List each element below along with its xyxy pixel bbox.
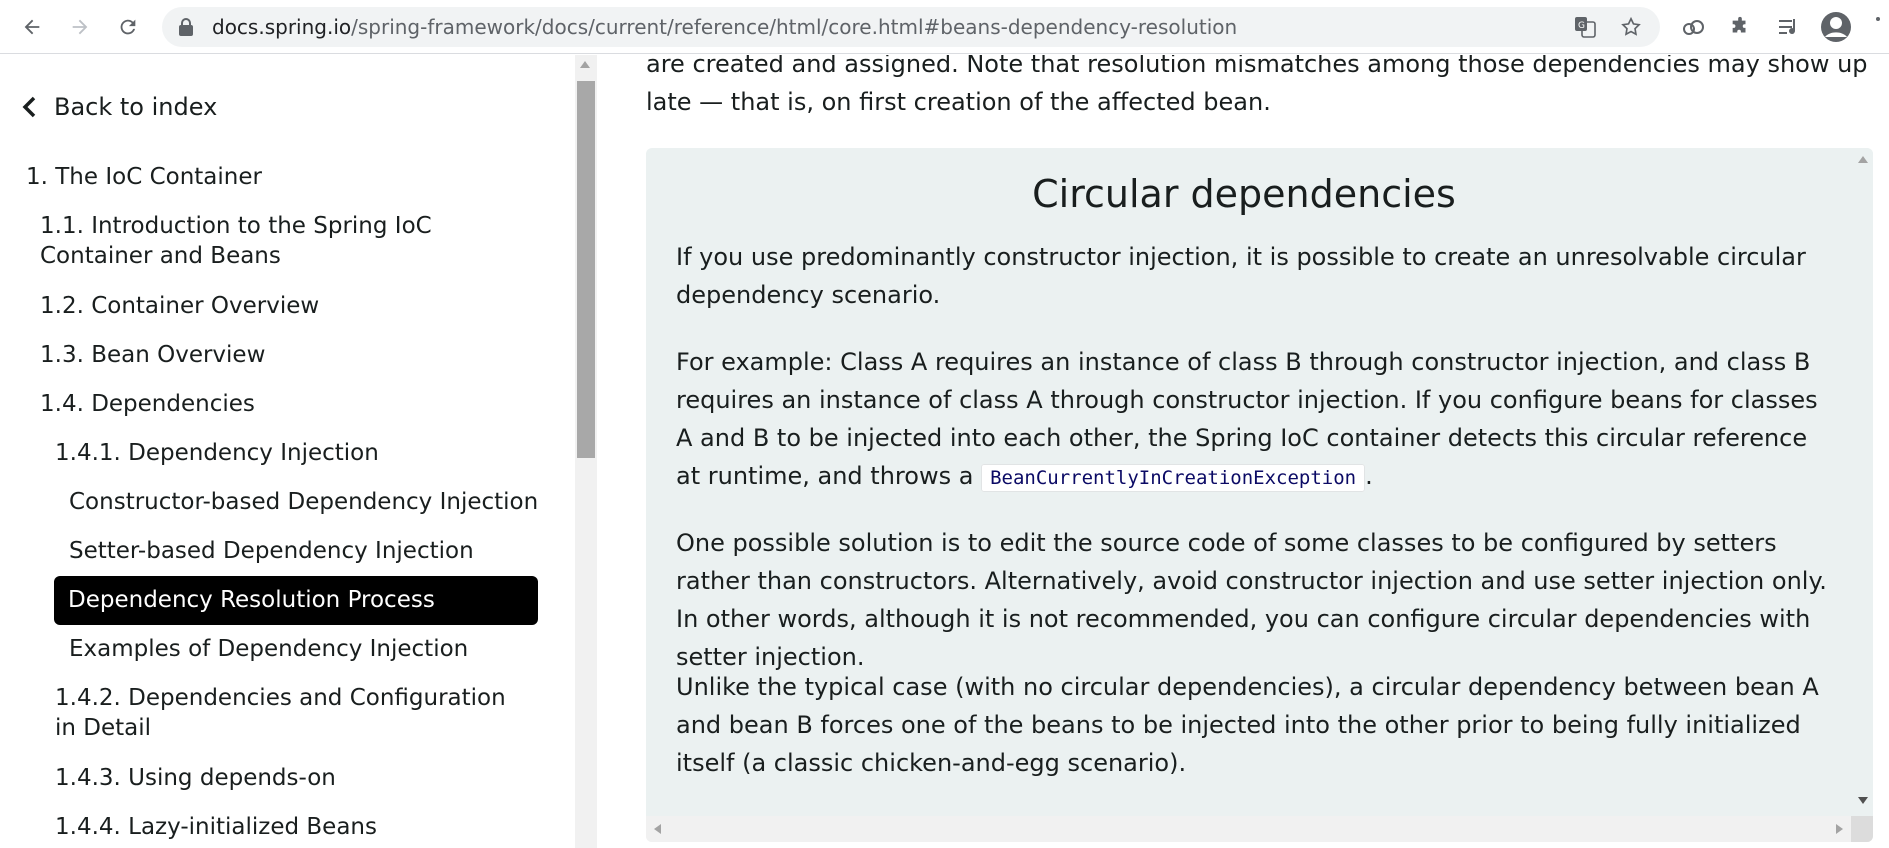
- box-title: Circular dependencies: [1032, 172, 1456, 216]
- scroll-up-icon[interactable]: [1858, 156, 1868, 163]
- paragraph-2-end: .: [1365, 462, 1373, 490]
- scroll-right-icon[interactable]: [1836, 824, 1843, 834]
- menu-icon[interactable]: [1866, 9, 1889, 45]
- scroll-left-icon[interactable]: [654, 824, 661, 834]
- sidebar-scrollbar[interactable]: [575, 55, 597, 848]
- toc-sidebar: Back to index 1. The IoC Container 1.1. …: [0, 55, 575, 848]
- toc-item-dependency-injection[interactable]: 1.4.1. Dependency Injection: [55, 438, 379, 468]
- chevron-left-icon: [22, 96, 36, 118]
- url-host: docs.spring.io: [212, 15, 352, 39]
- toc-item-bean-overview[interactable]: 1.3. Bean Overview: [40, 340, 265, 370]
- intro-paragraph: are created and assigned. Note that reso…: [646, 55, 1868, 116]
- toc-item-constructor-based[interactable]: Constructor-based Dependency Injection: [69, 487, 538, 517]
- paragraph-3: One possible solution is to edit the sou…: [676, 529, 1827, 671]
- paragraph-1: If you use predominantly constructor inj…: [676, 243, 1806, 309]
- scroll-corner: [1851, 816, 1873, 842]
- extensions-puzzle-icon[interactable]: [1722, 9, 1758, 45]
- scroll-down-icon[interactable]: [1858, 797, 1868, 804]
- sidebar-scroll-thumb[interactable]: [577, 81, 595, 458]
- back-label: Back to index: [54, 93, 218, 121]
- media-queue-icon[interactable]: [1771, 9, 1807, 45]
- browser-toolbar: docs.spring.io/spring-framework/docs/cur…: [0, 0, 1889, 54]
- box-vertical-scrollbar[interactable]: [1853, 148, 1873, 812]
- url-text: docs.spring.io/spring-framework/docs/cur…: [212, 7, 1237, 47]
- address-bar[interactable]: docs.spring.io/spring-framework/docs/cur…: [162, 7, 1660, 47]
- toc-item-dependencies[interactable]: 1.4. Dependencies: [40, 389, 255, 419]
- toc-active-label: Dependency Resolution Process: [68, 587, 435, 613]
- extension-cloud-icon[interactable]: [1676, 9, 1712, 45]
- back-to-index-link[interactable]: Back to index: [22, 93, 217, 121]
- toc-item-ioc-container[interactable]: 1. The IoC Container: [26, 162, 262, 192]
- translate-icon[interactable]: G: [1569, 11, 1601, 43]
- lock-icon: [178, 18, 194, 40]
- main-content: are created and assigned. Note that reso…: [597, 55, 1889, 848]
- toc-item-dependencies-configuration[interactable]: 1.4.2. Dependencies and Configuration in…: [55, 683, 525, 743]
- toc-item-depends-on[interactable]: 1.4.3. Using depends-on: [55, 763, 336, 793]
- svg-text:G: G: [1578, 21, 1585, 31]
- toc-item-lazy-initialized[interactable]: 1.4.4. Lazy-initialized Beans: [55, 812, 377, 842]
- toc-item-dependency-resolution-active[interactable]: Dependency Resolution Process: [54, 576, 538, 625]
- toc-item-container-overview[interactable]: 1.2. Container Overview: [40, 291, 319, 321]
- profile-avatar-icon[interactable]: [1818, 9, 1854, 45]
- paragraph-2: For example: Class A requires an instanc…: [676, 343, 1836, 497]
- scroll-up-arrow-icon[interactable]: [580, 61, 590, 68]
- toc-item-examples[interactable]: Examples of Dependency Injection: [69, 634, 468, 664]
- exception-code: BeanCurrentlyInCreationException: [981, 464, 1366, 492]
- url-path: /spring-framework/docs/current/reference…: [351, 15, 1238, 39]
- box-horizontal-scrollbar[interactable]: [646, 816, 1873, 842]
- reload-icon[interactable]: [110, 9, 146, 45]
- bookmark-star-icon[interactable]: [1615, 11, 1647, 43]
- back-arrow-icon[interactable]: [14, 9, 50, 45]
- forward-arrow-icon[interactable]: [62, 9, 98, 45]
- paragraph-4: Unlike the typical case (with no circula…: [676, 673, 1819, 777]
- toc-item-setter-based[interactable]: Setter-based Dependency Injection: [69, 536, 474, 566]
- toc-item-intro[interactable]: 1.1. Introduction to the Spring IoC Cont…: [40, 211, 530, 271]
- sidebar-block-circular-dependencies: Circular dependencies If you use predomi…: [646, 148, 1873, 842]
